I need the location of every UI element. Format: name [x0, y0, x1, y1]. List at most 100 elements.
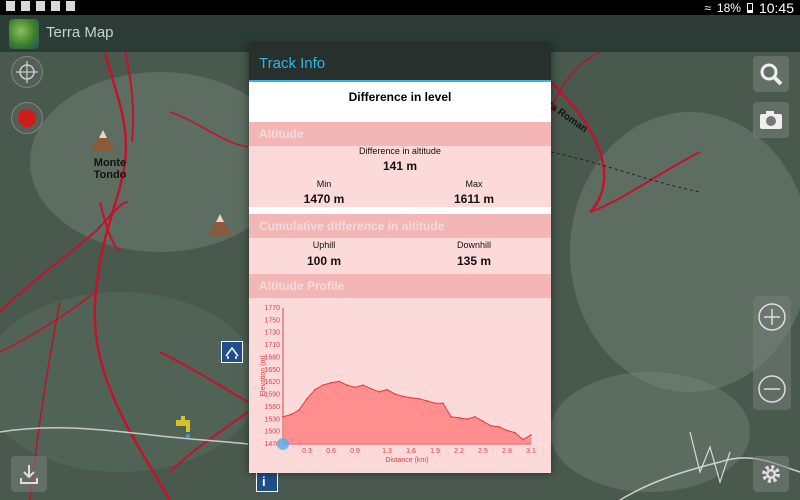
battery-percent: 18%: [716, 1, 741, 15]
min-label: Min: [316, 179, 332, 189]
chart-y-tick-label: 1500: [264, 429, 280, 436]
chart-data-point: [474, 416, 476, 418]
chart-data-point: [362, 384, 364, 386]
plus-icon: [758, 303, 786, 331]
chart-data-point: [290, 413, 292, 416]
downhill-label: Downhill: [456, 240, 491, 250]
profile-section-header: Altitude Profile: [249, 274, 551, 298]
status-bar: ≈ 18% 10:45: [0, 0, 800, 16]
app-logo-icon[interactable]: [9, 19, 39, 49]
chart-x-tick-label: 2.5: [478, 448, 488, 455]
altitude-section-header: Altitude: [249, 122, 551, 146]
chart-data-point: [354, 386, 356, 389]
chart-data-point: [434, 402, 436, 404]
dialog-title: Track Info: [259, 55, 326, 72]
difference-label: Difference in altitude: [359, 146, 441, 156]
chart-y-tick-label: 1770: [264, 305, 280, 312]
clock: 10:45: [758, 0, 794, 16]
chart-x-tick-label: 2.2: [454, 448, 464, 455]
gear-icon: [762, 465, 780, 483]
altitude-section: Difference in altitude 141 m Min 1470 m …: [249, 146, 551, 207]
chart-data-point: [306, 397, 308, 400]
search-icon: [760, 63, 783, 86]
chart-position-marker: [277, 438, 289, 450]
min-value: 1470 m: [303, 192, 345, 206]
search-button[interactable]: [753, 56, 789, 92]
dialog-header: Track Info: [249, 45, 551, 82]
chart-y-tick-label: 1730: [264, 330, 280, 337]
chart-data-point: [442, 402, 444, 404]
record-icon: [18, 109, 36, 127]
download-icon: [36, 1, 45, 11]
difference-value: 141 m: [382, 159, 418, 173]
cumulative-section-header: Cumulative difference in altitude: [249, 214, 551, 238]
info-point-icon: i: [256, 470, 278, 492]
camera-icon: [760, 111, 782, 129]
chart-y-tick-label: 1560: [264, 404, 280, 411]
battery-icon: [746, 3, 753, 13]
altitude-profile-svg: 1770175017301710168016501620159015601530…: [260, 305, 536, 464]
minus-icon: [758, 375, 786, 403]
chart-data-point: [418, 397, 420, 400]
gallery-icon: [51, 1, 60, 11]
max-value: 1611 m: [453, 192, 495, 206]
chart-data-point: [298, 409, 300, 411]
chart-y-tick-label: 1710: [264, 342, 280, 349]
chart-x-tick-label: 2.8: [502, 448, 512, 455]
chart-y-tick-label: 1530: [264, 416, 280, 423]
app-title: Terra Map: [46, 24, 114, 41]
crosshair-icon: [16, 61, 38, 83]
chart-x-tick-label: 0.3: [302, 448, 312, 455]
chart-data-point: [482, 420, 484, 423]
track-info-dialog: Track Info Difference in level Altitude …: [249, 45, 551, 473]
chart-data-point: [410, 397, 412, 399]
chart-x-tick-label: 0.9: [350, 448, 360, 455]
chart-data-point: [346, 384, 348, 386]
chart-data-point: [530, 434, 532, 436]
zoom-controls: [753, 296, 791, 410]
chart-x-tick-label: 1.6: [406, 448, 416, 455]
chart-data-point: [506, 429, 508, 432]
chart-data-point: [402, 395, 404, 398]
wifi-icon: ≈: [704, 1, 711, 15]
chart-data-point: [314, 388, 316, 391]
chart-area-fill: [283, 381, 531, 444]
chart-data-point: [394, 393, 396, 395]
chart-y-axis-title: Elevation (m): [260, 355, 267, 396]
chart-data-point: [514, 431, 516, 434]
chart-data-point: [386, 388, 388, 391]
map-place-label: Monte Tondo: [93, 157, 127, 181]
mountain-peak-icon: [208, 214, 232, 236]
notification-icons: [6, 1, 75, 11]
chart-x-tick-label: 3.1: [526, 448, 536, 455]
cumulative-section: Uphill 100 m Downhill 135 m: [249, 238, 551, 274]
zoom-out-button[interactable]: [757, 374, 787, 404]
download-button[interactable]: [11, 456, 47, 492]
chart-x-tick-label: 1.9: [430, 448, 440, 455]
chart-data-point: [466, 418, 468, 420]
bag-icon: [66, 1, 75, 11]
chart-data-point: [338, 380, 340, 383]
chart-x-axis-title: Distance (km): [385, 457, 428, 464]
chart-data-point: [490, 425, 492, 427]
altitude-profile-chart: 1770 1750 1730 1710 1680 1650 1620 1590 1560 1530…: [249, 298, 551, 473]
water-tap-icon: [176, 416, 190, 438]
chart-data-point: [330, 382, 332, 384]
chart-data-point: [426, 400, 428, 402]
uphill-value: 100 m: [306, 254, 342, 268]
chart-x-tick-label: 1.3: [382, 448, 392, 455]
chart-data-point: [370, 387, 372, 390]
record-track-button[interactable]: [11, 102, 43, 134]
camera-button[interactable]: [753, 102, 789, 138]
zoom-in-button[interactable]: [757, 302, 787, 332]
chart-data-point: [498, 426, 500, 428]
notification-icon: [6, 1, 15, 11]
chart-y-tick-label: 1750: [264, 317, 280, 324]
chart-data-point: [458, 416, 460, 419]
chart-data-point: [378, 391, 380, 393]
uphill-label: Uphill: [312, 240, 336, 250]
svg-text:i: i: [262, 474, 266, 489]
locate-button[interactable]: [11, 56, 43, 88]
settings-button[interactable]: [753, 456, 789, 492]
max-label: Max: [465, 179, 483, 189]
